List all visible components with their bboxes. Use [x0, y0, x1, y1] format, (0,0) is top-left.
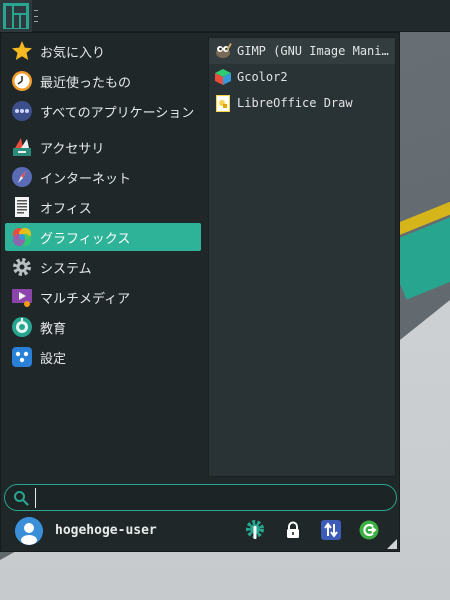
switch-user-icon [321, 520, 341, 540]
logout-button[interactable] [358, 519, 380, 541]
category-label: 設定 [40, 351, 67, 367]
search-icon [14, 490, 29, 506]
clock-icon [11, 70, 33, 92]
compass-icon [11, 166, 33, 188]
app-item-gimp[interactable]: GIMP (GNU Image Mani… [209, 38, 395, 64]
category-office[interactable]: オフィス [5, 193, 201, 221]
category-settings[interactable]: 設定 [5, 343, 201, 371]
resize-grip-icon[interactable] [387, 539, 397, 549]
category-multimedia[interactable]: マルチメディア [5, 283, 201, 311]
category-label: マルチメディア [40, 291, 131, 307]
category-accessories[interactable]: アクセサリ [5, 133, 201, 161]
menu-footer: hogehoge-user [1, 515, 399, 551]
lock-screen-button[interactable] [282, 519, 304, 541]
top-panel [0, 0, 450, 32]
apps-dots-icon [11, 100, 33, 122]
category-favorites[interactable]: お気に入り [5, 37, 201, 65]
logout-icon [359, 520, 379, 540]
username: hogehoge-user [55, 523, 157, 538]
category-internet[interactable]: インターネット [5, 163, 201, 191]
document-icon [11, 196, 33, 218]
gcolor-icon [215, 69, 231, 85]
category-label: インターネット [40, 171, 132, 187]
category-recent[interactable]: 最近使ったもの [5, 67, 201, 95]
app-item-gcolor2[interactable]: Gcolor2 [209, 64, 395, 90]
search-box[interactable] [4, 484, 397, 511]
user-avatar[interactable] [15, 517, 43, 545]
education-icon [11, 316, 33, 338]
accessories-icon [11, 136, 33, 158]
user-avatar-icon [15, 517, 43, 545]
category-all-applications[interactable]: すべてのアプリケーション [5, 97, 201, 125]
application-list: GIMP (GNU Image Mani… Gcolor2 LibreOffic… [208, 37, 396, 477]
category-graphics[interactable]: グラフィックス [5, 223, 201, 251]
category-label: 教育 [40, 321, 67, 337]
panel-handle[interactable] [34, 10, 38, 22]
gear-icon [11, 256, 33, 278]
color-wheel-icon [11, 226, 33, 248]
gimp-icon [216, 43, 232, 58]
search-input[interactable] [35, 487, 396, 508]
category-label: お気に入り [40, 45, 106, 61]
app-label: Gcolor2 [237, 70, 288, 84]
category-label: アクセサリ [40, 141, 105, 157]
category-label: システム [40, 261, 92, 277]
category-label: 最近使ったもの [40, 75, 132, 91]
libreoffice-draw-icon [216, 95, 230, 112]
category-label: オフィス [40, 201, 92, 217]
category-list: お気に入り 最近使ったもの すべてのアプリケーション アクセサリ インターネット [5, 37, 201, 373]
settings-manager-icon [246, 520, 264, 539]
category-label: すべてのアプリケーション [40, 105, 195, 121]
manjaro-logo-icon [3, 3, 29, 29]
switch-user-button[interactable] [320, 519, 342, 541]
multimedia-icon [11, 286, 33, 308]
app-label: GIMP (GNU Image Mani… [237, 44, 389, 58]
settings-manager-button[interactable] [244, 519, 266, 541]
lock-icon [287, 521, 299, 538]
applications-menu-button[interactable] [0, 0, 32, 32]
category-label: グラフィックス [40, 231, 131, 247]
category-system[interactable]: システム [5, 253, 201, 281]
settings-icon [11, 346, 33, 368]
star-icon [11, 40, 33, 62]
category-education[interactable]: 教育 [5, 313, 201, 341]
whisker-menu: お気に入り 最近使ったもの すべてのアプリケーション アクセサリ インターネット [0, 32, 400, 552]
app-item-libreoffice-draw[interactable]: LibreOffice Draw [209, 90, 395, 116]
app-label: LibreOffice Draw [237, 96, 353, 110]
